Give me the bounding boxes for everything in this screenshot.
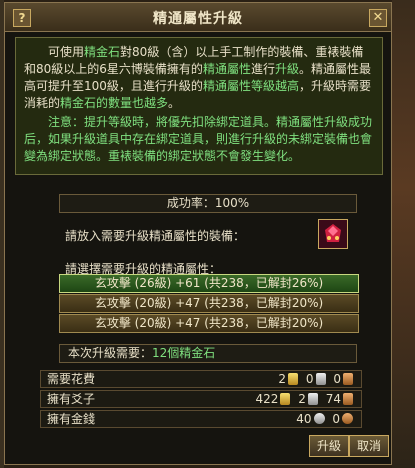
silver-ingot-icon [307,393,318,405]
attribute-option-1[interactable]: 玄攻擊 (26級) +61 (共238，已解封26%) [59,274,359,293]
owned-silver: 2 [298,392,306,406]
attribute-option-3[interactable]: 玄攻擊 (20級) +47 (共238，已解封20%) [59,314,359,333]
description-panel: 可使用精金石對80級（含）以上手工制作的裝備、重裱裝備和80級以上的6星六博裝備… [15,37,383,175]
required-materials: 本次升級需要：12個精金石 [59,344,357,363]
upgrade-button[interactable]: 升級 [309,435,349,457]
cost-copper: 0 [333,372,341,386]
gem-equipment-icon [319,220,347,248]
gold-ingot-icon [288,373,299,385]
success-rate: 成功率：100% [59,194,357,213]
gold-ingot-icon [280,393,291,405]
attribute-option-2[interactable]: 玄攻擊 (20級) +47 (共238，已解封20%) [59,294,359,313]
silver-coin-icon [313,413,325,424]
equip-prompt: 請放入需要升級精通屬性的裝備： [65,229,246,243]
description-paragraph-1: 可使用精金石對80級（含）以上手工制作的裝備、重裱裝備和80級以上的6星六博裝備… [24,45,371,110]
owned-ingots-label: 擁有爻子 [47,392,96,406]
owned-money-label: 擁有金錢 [47,412,96,426]
close-button[interactable]: ✕ [369,9,387,27]
cancel-button[interactable]: 取消 [349,435,389,457]
required-value: 12個精金石 [152,346,216,360]
description-paragraph-2: 注意：提升等級時，將優先扣除綁定道具。精通屬性升級成功后，如果升級道具中存在綁定… [24,115,373,163]
copper-coin-icon [342,413,353,424]
window-title: 精通屬性升級 [153,11,243,27]
cost-silver: 0 [305,372,314,386]
money-silver: 40 [296,412,312,426]
copper-ingot-icon [343,393,353,405]
silver-ingot-icon [315,373,326,385]
owned-ingots-row: 擁有爻子 422 2 74 [40,390,362,408]
cost-label: 需要花費 [47,372,96,386]
cost-gold: 2 [278,372,287,386]
copper-ingot-icon [343,373,353,385]
owned-money-row: 擁有金錢 40 0 [40,410,362,428]
equipment-slot[interactable] [318,219,348,249]
owned-copper: 74 [325,392,341,406]
background-edge-right [392,0,415,468]
upgrade-window: ? 精通屬性升級 ✕ 可使用精金石對80級（含）以上手工制作的裝備、重裱裝備和8… [4,2,392,465]
title-bar[interactable]: ? 精通屬性升級 ✕ [5,3,391,32]
cost-row: 需要花費 2 0 0 [40,370,362,388]
required-label: 本次升級需要： [68,346,153,360]
money-copper: 0 [332,412,340,426]
owned-gold: 422 [255,392,279,406]
